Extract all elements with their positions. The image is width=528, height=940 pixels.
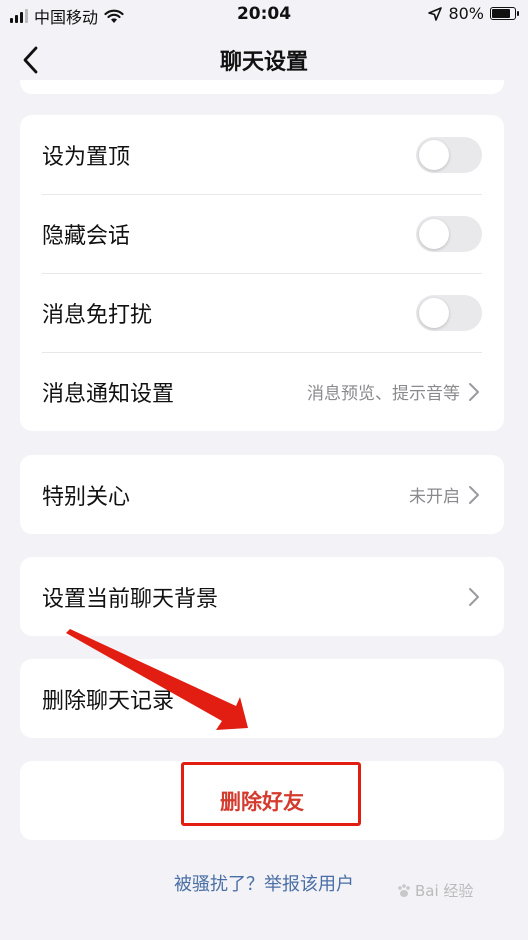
red-arrow-annotation: [66, 629, 248, 730]
paw-icon: [398, 883, 410, 897]
watermark-text: Bai 经验: [415, 882, 474, 900]
baidu-watermark: Bai 经验: [396, 880, 473, 901]
